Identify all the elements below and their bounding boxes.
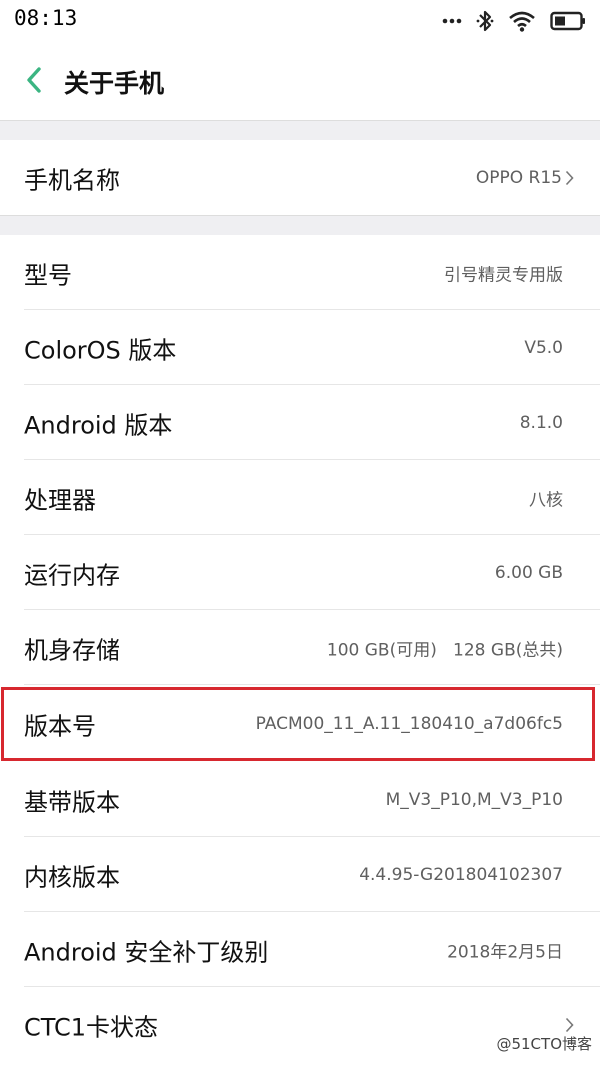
ram-label: 运行内存 xyxy=(24,561,120,589)
storage-value: 100 GB(可用) 128 GB(总共) xyxy=(326,640,563,660)
chevron-left-icon xyxy=(26,67,42,97)
storage-label: 机身存储 xyxy=(24,636,120,664)
baseband-version-row: 基带版本 M_V3_P10,M_V3_P10 xyxy=(0,762,600,837)
android-version-label: Android 版本 xyxy=(24,411,173,439)
security-patch-row: Android 安全补丁级别 2018年2月5日 xyxy=(0,912,600,987)
processor-label: 处理器 xyxy=(24,486,96,514)
chevron-right-icon xyxy=(565,1017,574,1033)
model-row: 型号 引号精灵专用版 xyxy=(0,235,600,310)
coloros-version-label: ColorOS 版本 xyxy=(24,336,177,364)
section-separator xyxy=(0,215,600,235)
bluetooth-icon xyxy=(476,9,494,33)
processor-value: 八核 xyxy=(529,490,563,510)
ram-value: 6.00 GB xyxy=(494,562,563,583)
android-version-value: 8.1.0 xyxy=(519,412,563,433)
more-dots-icon xyxy=(442,18,462,24)
kernel-version-row: 内核版本 4.4.95-G201804102307 xyxy=(0,837,600,912)
wifi-icon xyxy=(508,10,536,32)
build-number-label: 版本号 xyxy=(24,712,96,740)
status-icons xyxy=(442,8,586,34)
build-number-value: PACM00_11_A.11_180410_a7d06fc5 xyxy=(255,713,563,734)
about-phone-screen: 08:13 关于手机 手机名称 OPPO R15 型号 引号精灵专用版 Colo… xyxy=(0,0,600,1066)
sim-status-label: CTC1卡状态 xyxy=(24,1013,159,1041)
security-patch-value: 2018年2月5日 xyxy=(447,942,563,962)
page-title: 关于手机 xyxy=(64,69,165,98)
kernel-version-label: 内核版本 xyxy=(24,863,120,891)
coloros-version-value: V5.0 xyxy=(524,337,563,358)
phone-name-value: OPPO R15 xyxy=(475,167,562,188)
processor-row: 处理器 八核 xyxy=(0,460,600,535)
kernel-version-value: 4.4.95-G201804102307 xyxy=(359,864,563,885)
chevron-right-icon xyxy=(565,170,574,186)
coloros-version-row: ColorOS 版本 V5.0 xyxy=(0,310,600,385)
storage-row: 机身存储 100 GB(可用) 128 GB(总共) xyxy=(0,610,600,685)
phone-name-row[interactable]: 手机名称 OPPO R15 xyxy=(0,140,600,215)
status-bar: 08:13 xyxy=(0,0,600,42)
baseband-version-value: M_V3_P10,M_V3_P10 xyxy=(385,789,563,810)
back-button[interactable] xyxy=(14,62,54,102)
phone-name-label: 手机名称 xyxy=(24,166,120,194)
status-time: 08:13 xyxy=(14,6,78,30)
ram-row: 运行内存 6.00 GB xyxy=(0,535,600,610)
title-bar: 关于手机 xyxy=(0,42,600,120)
baseband-version-label: 基带版本 xyxy=(24,788,120,816)
security-patch-label: Android 安全补丁级别 xyxy=(24,938,269,966)
model-label: 型号 xyxy=(24,261,72,289)
build-number-row[interactable]: 版本号 PACM00_11_A.11_180410_a7d06fc5 xyxy=(0,686,600,761)
watermark: @51CTO博客 xyxy=(496,1035,592,1053)
model-value: 引号精灵专用版 xyxy=(444,265,563,285)
row-divider xyxy=(24,684,600,685)
section-separator xyxy=(0,120,600,140)
android-version-row: Android 版本 8.1.0 xyxy=(0,385,600,460)
battery-icon xyxy=(550,11,586,31)
